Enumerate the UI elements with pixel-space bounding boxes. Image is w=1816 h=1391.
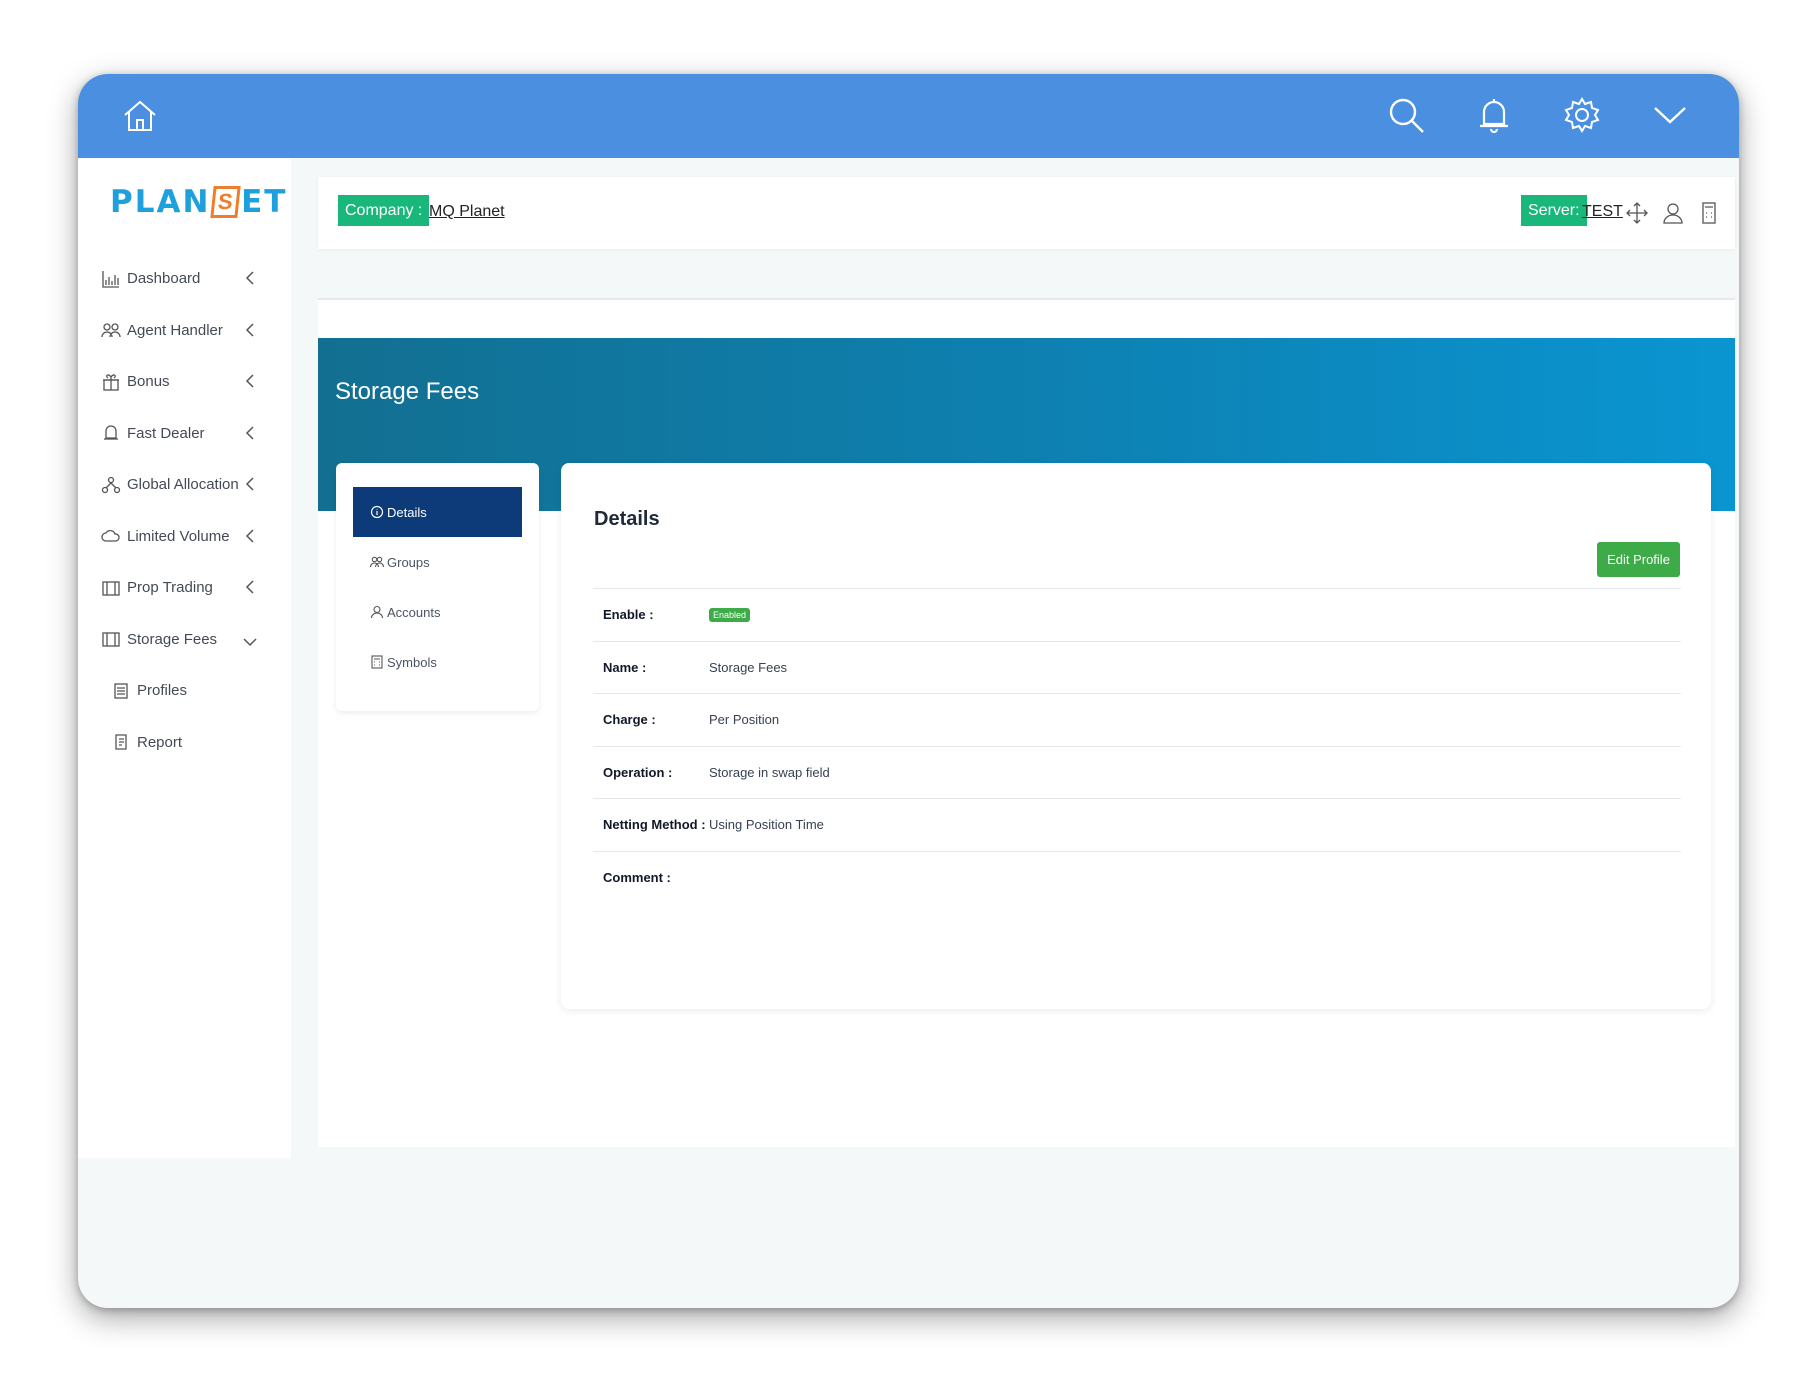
brand-logo[interactable]: PLAN S ET bbox=[110, 182, 287, 222]
chevron-down-icon bbox=[243, 634, 257, 648]
app-window: PLAN S ET Dashboard Agent Handler Bonus … bbox=[78, 74, 1739, 1308]
details-title: Details bbox=[594, 508, 660, 530]
detail-row-charge: Charge : Per Position bbox=[593, 693, 1681, 746]
columns-icon bbox=[101, 578, 121, 598]
details-list: Enable : Enabled Name : Storage Fees Cha… bbox=[593, 588, 1681, 903]
main-content: Company : MQ Planet Server: TEST Storage… bbox=[318, 158, 1739, 1308]
sidebar-item-limited-volume[interactable]: Limited Volume bbox=[78, 511, 291, 563]
detail-row-operation: Operation : Storage in swap field bbox=[593, 745, 1681, 799]
status-badge: Enabled bbox=[709, 607, 751, 622]
sidebar-item-fast-dealer[interactable]: Fast Dealer bbox=[78, 408, 291, 460]
sidebar: PLAN S ET Dashboard Agent Handler Bonus … bbox=[78, 158, 291, 1158]
company-link[interactable]: MQ Planet bbox=[429, 203, 505, 221]
chevron-left-icon bbox=[245, 322, 255, 337]
columns-icon bbox=[101, 629, 121, 649]
chevron-left-icon bbox=[245, 374, 255, 388]
chevron-left-icon bbox=[245, 425, 255, 440]
user-icon[interactable] bbox=[1662, 201, 1684, 225]
company-tag: Company : bbox=[338, 195, 430, 226]
sidebar-subitem-report[interactable]: Report bbox=[78, 717, 291, 769]
sidebar-item-dashboard[interactable]: Dashboard bbox=[78, 253, 291, 305]
search-icon[interactable] bbox=[1385, 94, 1427, 136]
sidebar-item-storage-fees[interactable]: Storage Fees bbox=[78, 614, 291, 666]
gift-icon bbox=[101, 372, 121, 392]
users-icon bbox=[369, 555, 385, 569]
chevron-left-icon bbox=[245, 271, 255, 285]
info-icon bbox=[370, 505, 384, 519]
tab-symbols[interactable]: Symbols bbox=[353, 637, 522, 687]
calculator-icon bbox=[370, 655, 384, 669]
bell-icon bbox=[101, 423, 121, 443]
calculator-icon[interactable] bbox=[1698, 201, 1720, 225]
sidebar-nav: Dashboard Agent Handler Bonus Fast Deale… bbox=[78, 253, 291, 768]
chart-icon bbox=[101, 269, 121, 289]
details-card: Details Edit Profile Enable : Enabled Na… bbox=[561, 463, 1711, 1009]
tab-details[interactable]: Details bbox=[353, 487, 522, 537]
chevron-left-icon bbox=[245, 580, 255, 594]
company-bar: Company : MQ Planet Server: TEST bbox=[318, 177, 1735, 249]
chevron-left-icon bbox=[245, 528, 255, 543]
server-link[interactable]: TEST bbox=[1582, 203, 1623, 221]
detail-row-enable: Enable : Enabled bbox=[593, 588, 1681, 641]
sidebar-item-agent-handler[interactable]: Agent Handler bbox=[78, 305, 291, 357]
list-icon bbox=[111, 681, 131, 701]
gear-icon[interactable] bbox=[1561, 94, 1603, 136]
network-icon bbox=[101, 475, 121, 495]
tab-groups[interactable]: Groups bbox=[353, 537, 522, 587]
sidebar-item-prop-trading[interactable]: Prop Trading bbox=[78, 562, 291, 614]
sidebar-item-bonus[interactable]: Bonus bbox=[78, 356, 291, 408]
report-icon bbox=[111, 732, 131, 752]
sidebar-item-global-allocation[interactable]: Global Allocation bbox=[78, 459, 291, 511]
page-title: Storage Fees bbox=[335, 378, 480, 405]
cloud-icon bbox=[101, 526, 121, 546]
profile-tabs: Details Groups Accounts Symbols bbox=[336, 463, 539, 711]
detail-row-comment: Comment : bbox=[593, 850, 1681, 904]
top-bar bbox=[78, 74, 1739, 158]
detail-row-name: Name : Storage Fees bbox=[593, 640, 1681, 694]
server-tag: Server: bbox=[1521, 195, 1587, 226]
detail-row-netting-method: Netting Method : Using Position Time bbox=[593, 798, 1681, 851]
bell-icon[interactable] bbox=[1473, 94, 1515, 136]
chevron-down-icon[interactable] bbox=[1649, 94, 1691, 136]
home-icon[interactable] bbox=[120, 96, 160, 136]
edit-profile-button[interactable]: Edit Profile bbox=[1597, 542, 1680, 577]
user-icon bbox=[370, 605, 384, 619]
tab-accounts[interactable]: Accounts bbox=[353, 587, 522, 637]
move-icon[interactable] bbox=[1626, 201, 1648, 225]
users-icon bbox=[101, 320, 121, 340]
chevron-left-icon bbox=[245, 477, 255, 491]
sidebar-subitem-profiles[interactable]: Profiles bbox=[78, 665, 291, 717]
